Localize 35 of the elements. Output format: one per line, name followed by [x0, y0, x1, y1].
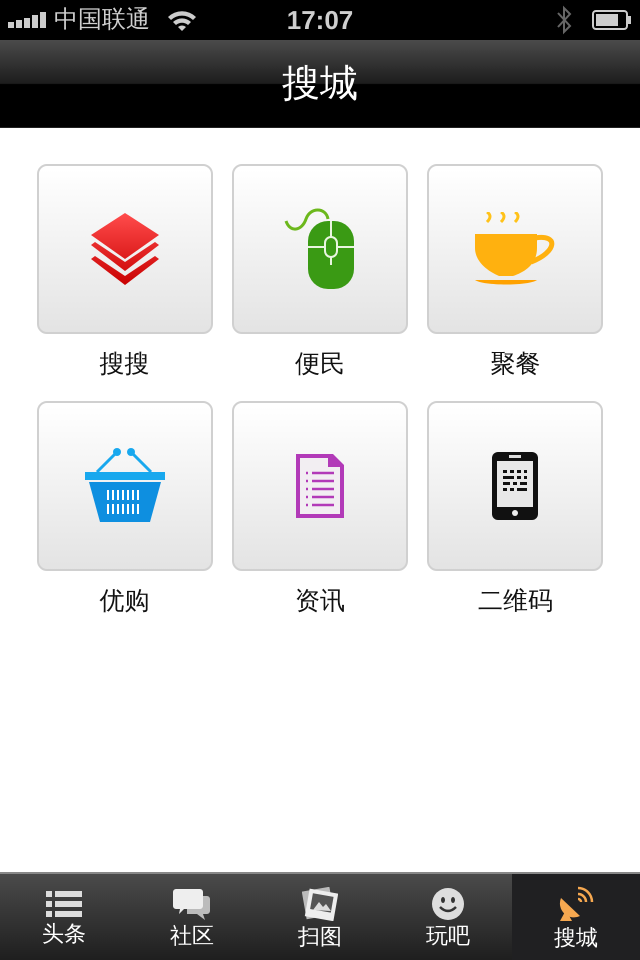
menu-tile[interactable]: [232, 164, 408, 334]
layers-icon: [88, 211, 161, 287]
tile-label: 二维码: [478, 589, 553, 614]
mouse-icon: [284, 207, 356, 291]
smiley-icon: [432, 888, 464, 920]
wifi-icon: [166, 9, 198, 31]
carrier-name: 中国联通: [54, 8, 150, 32]
satellite-dish-icon: [558, 886, 594, 922]
tile-label: 便民: [294, 352, 345, 377]
battery-icon: [592, 10, 632, 30]
photo-icon: [302, 886, 338, 920]
menu-tile[interactable]: [232, 401, 408, 571]
page-title: 搜城: [282, 64, 358, 102]
bluetooth-icon: [556, 5, 572, 35]
tab-bar-item[interactable]: 社区: [128, 874, 256, 960]
menu-tile[interactable]: [36, 164, 213, 334]
shopping-basket-icon: [84, 448, 166, 524]
tile-label: 优购: [100, 589, 150, 614]
tab-bar-item[interactable]: 玩吧: [384, 874, 512, 960]
tab-bar-item[interactable]: 头条: [0, 874, 128, 960]
signal-icon: [8, 12, 46, 28]
tile-label: 搜搜: [100, 352, 150, 377]
chat-bubbles-icon: [173, 888, 211, 920]
menu-tile[interactable]: [36, 401, 213, 571]
tab-bar-item[interactable]: 搜城: [512, 874, 640, 960]
document-icon: [295, 453, 345, 519]
tab-bar-item[interactable]: 扫图: [256, 874, 384, 960]
tile-label: 聚餐: [490, 352, 540, 377]
clock-time: 17:07: [286, 7, 354, 33]
list-icon: [46, 890, 82, 918]
menu-tile[interactable]: [427, 164, 604, 334]
menu-tile[interactable]: [427, 401, 604, 571]
coffee-cup-icon: [473, 212, 558, 286]
tile-label: 资讯: [294, 589, 345, 614]
smartphone-qr-code-icon: [492, 452, 538, 520]
